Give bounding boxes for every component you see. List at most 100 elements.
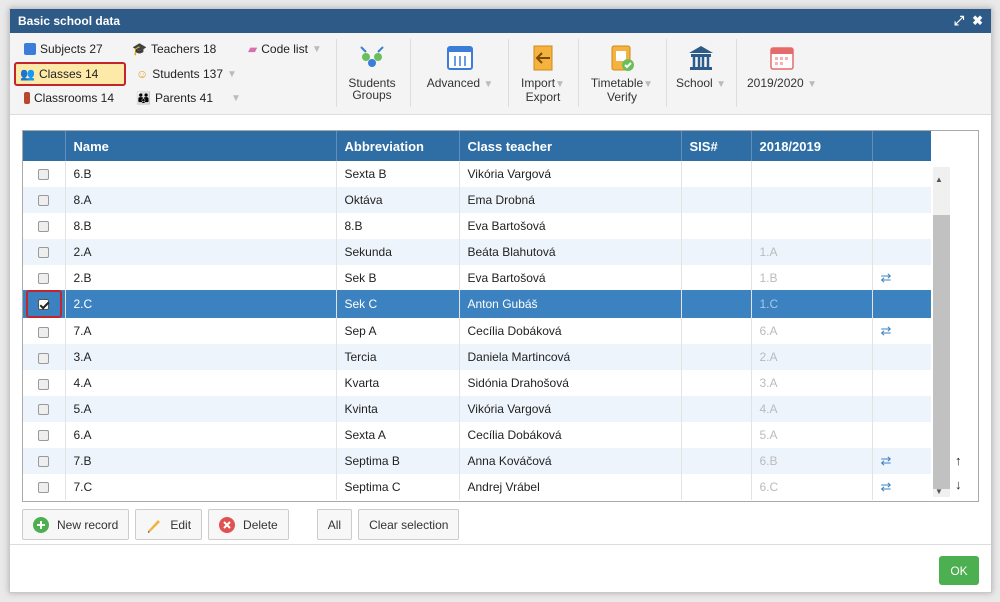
table-row[interactable]: 3.A Tercia Daniela Martincová 2.A — [23, 344, 933, 371]
table-row[interactable]: 8.B 8.B Eva Bartošová — [23, 212, 933, 239]
cell-abbreviation: Sekunda — [336, 238, 460, 265]
checkbox-cell[interactable] — [23, 161, 66, 187]
row-checkbox[interactable] — [38, 378, 50, 390]
row-checkbox[interactable] — [38, 246, 50, 258]
row-checkbox[interactable] — [38, 352, 50, 364]
swap-arrows-icon[interactable]: ⇄ — [881, 270, 892, 285]
nav-subjects[interactable]: Subjects 27 — [20, 39, 107, 59]
cell-abbreviation: Septima C — [336, 473, 460, 500]
table-row[interactable]: 2.B Sek B Eva Bartošová 1.B ⇄ — [23, 264, 933, 291]
table-row[interactable]: 2.A Sekunda Beáta Blahutová 1.A — [23, 238, 933, 265]
table-row[interactable]: 7.B Septima B Anna Kováčová 6.B ⇄ — [23, 447, 933, 474]
timetable-verify-button[interactable]: Timetable▼ Verify — [582, 37, 662, 111]
checkbox-cell[interactable] — [23, 264, 66, 291]
import-export-button[interactable]: Import▼ Export — [512, 37, 574, 111]
cell-previous-year — [751, 161, 873, 187]
scroll-up-arrow-icon[interactable]: ▲ — [935, 175, 943, 184]
table-row[interactable]: 8.A Oktáva Ema Drobná — [23, 186, 933, 213]
cell-action — [872, 212, 933, 239]
classes-grid: Name Abbreviation Class teacher SIS# 201… — [22, 130, 979, 502]
checkbox-cell[interactable] — [23, 473, 66, 500]
checkbox-cell[interactable] — [23, 370, 66, 397]
resize-icon[interactable]: ⤢ — [954, 13, 964, 29]
table-row[interactable]: 5.A Kvinta Vikória Vargová 4.A — [23, 396, 933, 423]
nav-teachers[interactable]: 🎓 Teachers 18 — [128, 39, 220, 59]
table-row[interactable]: 4.A Kvarta Sidónia Drahošová 3.A — [23, 370, 933, 397]
checkbox-cell[interactable] — [23, 238, 66, 265]
cell-sis — [681, 344, 752, 371]
header-select[interactable] — [23, 131, 66, 161]
nav-code-list[interactable]: ▰ Code list ▼ — [244, 39, 326, 59]
vertical-scrollbar-area: ▲ ▼ ↑ ↓ — [931, 131, 978, 501]
school-year-button[interactable]: 2019/2020 ▼ — [740, 37, 824, 111]
clear-selection-button[interactable]: Clear selection — [358, 509, 460, 540]
new-record-button[interactable]: New record — [22, 509, 130, 540]
swap-arrows-icon[interactable]: ⇄ — [881, 323, 892, 338]
cell-name: 7.B — [65, 447, 337, 474]
cell-name: 3.A — [65, 344, 337, 371]
row-checkbox[interactable] — [38, 272, 50, 284]
move-up-arrow-icon[interactable]: ↑ — [955, 453, 962, 468]
table-row[interactable]: 6.B Sexta B Vikória Vargová — [23, 161, 933, 187]
calendar-icon — [767, 43, 797, 73]
checkbox-cell[interactable] — [23, 212, 66, 239]
table-row[interactable]: 7.A Sep A Cecília Dobáková 6.A ⇄ — [23, 318, 933, 345]
checkbox-cell[interactable] — [23, 396, 66, 423]
table-row[interactable]: 2.C Sek C Anton Gubáš 1.C ⇄ — [23, 290, 933, 319]
checkbox-cell[interactable] — [23, 186, 66, 213]
cell-action — [872, 344, 933, 371]
header-class-teacher[interactable]: Class teacher — [459, 131, 682, 161]
select-all-button[interactable]: All — [316, 509, 353, 540]
cell-name: 8.A — [65, 186, 337, 213]
row-checkbox[interactable] — [38, 482, 50, 494]
checkbox-cell[interactable] — [23, 318, 66, 345]
nav-classrooms[interactable]: Classrooms 14 — [20, 88, 118, 108]
scroll-down-arrow-icon[interactable]: ▼ — [935, 487, 943, 496]
ok-button[interactable]: OK — [939, 556, 979, 585]
header-sis[interactable]: SIS# — [681, 131, 752, 161]
checkbox-cell[interactable] — [23, 422, 66, 448]
row-checkbox[interactable] — [38, 456, 50, 468]
swap-arrows-icon[interactable]: ⇄ — [881, 296, 892, 311]
header-2018-2019[interactable]: 2018/2019 — [751, 131, 873, 161]
cell-class-teacher: Cecília Dobáková — [459, 318, 682, 345]
table-row[interactable]: 6.A Sexta A Cecília Dobáková 5.A — [23, 422, 933, 448]
cell-class-teacher: Vikória Vargová — [459, 161, 682, 187]
checkbox-cell[interactable] — [23, 447, 66, 474]
book-icon — [24, 43, 36, 55]
checkbox-cell[interactable] — [23, 290, 66, 319]
row-checkbox[interactable] — [38, 326, 50, 338]
row-checkbox[interactable] — [38, 221, 50, 233]
cell-action — [872, 396, 933, 423]
advanced-button[interactable]: Advanced ▼ — [418, 37, 502, 111]
cell-sis — [681, 161, 752, 187]
row-checkbox[interactable] — [38, 169, 50, 181]
cell-previous-year — [751, 212, 873, 239]
cell-action: ⇄ — [872, 264, 933, 291]
header-abbreviation[interactable]: Abbreviation — [336, 131, 460, 161]
row-checkbox[interactable] — [38, 404, 50, 416]
edit-button[interactable]: Edit — [135, 509, 203, 540]
groups-icon — [357, 43, 387, 73]
row-checkbox[interactable] — [38, 430, 50, 442]
swap-arrows-icon[interactable]: ⇄ — [881, 453, 892, 468]
move-down-arrow-icon[interactable]: ↓ — [955, 477, 962, 492]
delete-button[interactable]: Delete — [208, 509, 289, 540]
students-groups-button[interactable]: Students Groups — [340, 37, 404, 111]
nav-students[interactable]: ☺ Students 137 ▼ — [132, 64, 241, 84]
nav-parents[interactable]: 👪 Parents 41 ▼ — [132, 88, 245, 108]
cell-sis — [681, 238, 752, 265]
scrollbar-thumb[interactable] — [933, 215, 950, 489]
swap-arrows-icon[interactable]: ⇄ — [881, 479, 892, 494]
row-checkbox[interactable] — [38, 195, 50, 207]
school-button[interactable]: School ▼ — [670, 37, 732, 111]
table-row[interactable]: 7.C Septima C Andrej Vrábel 6.C ⇄ — [23, 473, 933, 500]
checkbox-cell[interactable] — [23, 344, 66, 371]
close-icon[interactable]: ✖ — [972, 13, 983, 29]
cell-abbreviation: Sek B — [336, 264, 460, 291]
row-checkbox[interactable] — [38, 298, 50, 310]
header-name[interactable]: Name — [65, 131, 337, 161]
nav-classes[interactable]: 👥 Classes 14 — [14, 62, 126, 86]
toolbar: Subjects 27 🎓 Teachers 18 ▰ Code list ▼ 👥… — [10, 33, 991, 115]
cell-class-teacher: Vikória Vargová — [459, 396, 682, 423]
